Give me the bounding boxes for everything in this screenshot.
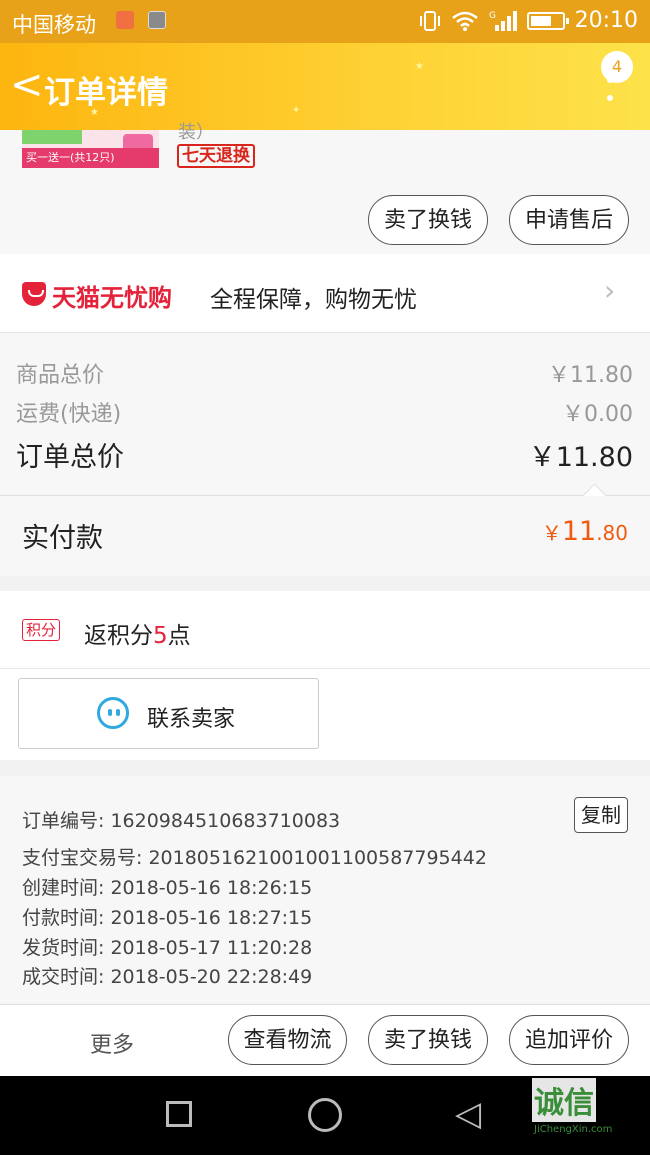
product-section: 买一送一(共12只) 装） 七天退换 卖了换钱 申请售后: [0, 122, 650, 254]
decor-star-icon: ★: [415, 61, 424, 72]
svg-text:G: G: [489, 11, 496, 21]
product-title-partial: 装）: [178, 122, 214, 143]
page-title: 订单详情: [44, 75, 168, 111]
after-sale-button[interactable]: 申请售后: [509, 195, 629, 245]
recent-apps-icon[interactable]: [166, 1101, 192, 1127]
signal-icon: G: [489, 10, 517, 31]
actual-payment-label: 实付款: [22, 523, 103, 554]
order-total-value: ￥11.80: [528, 442, 633, 473]
order-number: 订单编号: 1620984510683710083: [22, 810, 341, 832]
copy-button[interactable]: 复制: [574, 797, 628, 833]
actual-payment-amount: ￥11.80: [541, 516, 628, 547]
order-total-label: 订单总价: [16, 442, 124, 473]
bottom-action-bar: 更多 查看物流 卖了换钱 追加评价: [0, 1004, 650, 1077]
alipay-trade-number: 支付宝交易号: 2018051621001001100587795442: [22, 847, 487, 869]
shipping-label: 运费(快递): [16, 402, 122, 427]
battery-icon: [526, 11, 569, 30]
add-review-button[interactable]: 追加评价: [509, 1015, 629, 1065]
price-summary: 商品总价 ￥11.80 运费(快递) ￥0.00 订单总价 ￥11.80: [0, 333, 650, 496]
promo-strip: 买一送一(共12只): [22, 148, 159, 168]
created-time: 创建时间: 2018-05-16 18:26:15: [22, 877, 313, 899]
seven-day-return-tag: 七天退换: [177, 144, 255, 168]
contact-seller-label: 联系卖家: [147, 707, 236, 732]
decor-star-icon: ✦: [292, 105, 301, 116]
wifi-icon: [451, 11, 478, 31]
tmall-guarantee-row[interactable]: 天猫无忧购 全程保障，购物无忧 ›: [0, 254, 650, 333]
shipping-value: ￥0.00: [562, 402, 633, 427]
paid-time: 付款时间: 2018-05-16 18:27:15: [22, 907, 313, 929]
back-button[interactable]: <: [10, 61, 44, 109]
image-notification-icon: [148, 11, 166, 29]
home-icon[interactable]: [308, 1098, 342, 1132]
chat-face-icon: [97, 697, 129, 729]
vibrate-icon: [419, 10, 440, 31]
guarantee-description: 全程保障，购物无忧: [210, 287, 417, 313]
top-nav-bar: ★ ★ ✦ < 订单详情 4: [0, 43, 650, 130]
sell-for-cash-button[interactable]: 卖了换钱: [368, 195, 488, 245]
goods-total-value: ￥11.80: [548, 363, 633, 388]
watermark-text: 诚信: [532, 1078, 596, 1122]
contact-section: 联系卖家: [0, 669, 650, 760]
goods-total-label: 商品总价: [16, 363, 105, 388]
order-info-section: 订单编号: 1620984510683710083 支付宝交易号: 201805…: [0, 776, 650, 1003]
watermark-url: JiChengXin.com: [534, 1124, 613, 1135]
status-bar: 中国移动 G 20:10: [0, 0, 650, 43]
more-button[interactable]: 更多: [90, 1027, 134, 1059]
watermark-logo: 诚信 JiChengXin.com: [532, 1072, 650, 1155]
points-tag: 积分: [22, 619, 61, 641]
tmall-brand: 天猫无忧购: [52, 284, 172, 312]
chevron-right-icon: ›: [604, 274, 616, 307]
notification-badge: 4: [601, 51, 633, 83]
points-text: 返积分5点: [84, 623, 191, 649]
contact-seller-button[interactable]: 联系卖家: [18, 678, 319, 749]
shipped-time: 发货时间: 2018-05-17 11:20:28: [22, 937, 313, 959]
completed-time: 成交时间: 2018-05-20 22:28:49: [22, 966, 313, 988]
sell-for-cash-bottom-button[interactable]: 卖了换钱: [368, 1015, 488, 1065]
back-triangle-icon[interactable]: ◁: [455, 1096, 481, 1132]
product-thumbnail[interactable]: 买一送一(共12只): [22, 130, 159, 168]
points-row: 积分 返积分5点: [0, 591, 650, 669]
mail-notification-icon: [116, 11, 134, 29]
carrier-name: 中国移动: [12, 13, 96, 37]
actual-payment-row: 实付款 ￥11.80: [0, 496, 650, 576]
clock: 20:10: [574, 8, 638, 33]
view-logistics-button[interactable]: 查看物流: [228, 1015, 347, 1065]
shield-icon: [22, 282, 46, 306]
